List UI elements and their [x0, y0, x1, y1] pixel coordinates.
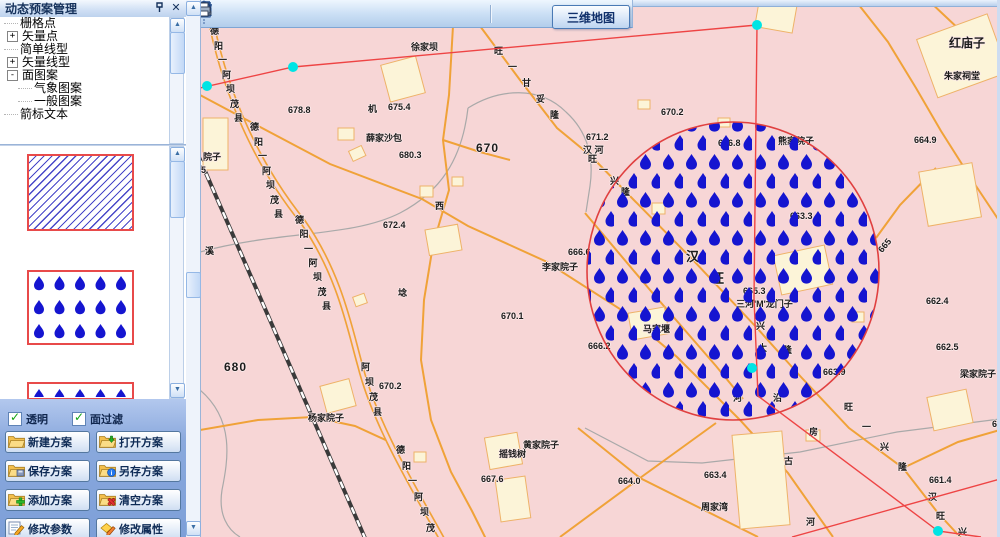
plan-button-label: 保存方案	[28, 463, 72, 479]
expand-icon[interactable]: +	[7, 57, 18, 68]
full-extent-icon[interactable]	[362, 3, 387, 25]
scrollbar-thumb[interactable]	[170, 161, 185, 218]
filter-checkbox-item: 面过滤	[72, 411, 123, 427]
saveas-plan-icon: i	[99, 463, 116, 480]
plan-button-grid: 新建方案 打开方案保存方案 i 另存方案添加方案 清空方案修改参数 修改属性	[5, 431, 181, 537]
filter-checkboxes: 透明 面过滤	[8, 411, 123, 427]
scroll-down-icon[interactable]: ▼	[186, 521, 201, 536]
pin-icon[interactable]	[152, 2, 166, 15]
expand-icon[interactable]: +	[7, 31, 18, 42]
panel-title-bar: 动态预案管理 ✕	[0, 0, 186, 18]
map-3d-button[interactable]: 三维地图	[552, 5, 630, 29]
open-plan-icon	[99, 434, 116, 451]
plan-button-label: 清空方案	[119, 492, 163, 508]
layer-tree: 栅格点+矢量点简单线型+矢量线型-面图案气象图案一般图案箭标文本	[0, 17, 186, 144]
save-plan-icon	[8, 463, 25, 480]
tree-item[interactable]: 箭标文本	[0, 108, 186, 121]
plan-button[interactable]: 清空方案	[96, 489, 181, 511]
measure-distance-icon[interactable]	[213, 3, 238, 25]
tree-connector	[4, 23, 18, 25]
filter-checkbox-item: 透明	[8, 411, 48, 427]
grid-icon[interactable]	[288, 3, 313, 25]
tree-item[interactable]: 气象图案	[0, 82, 186, 95]
pattern-preview-list	[0, 146, 186, 399]
tree-connector	[18, 101, 32, 103]
panel-outer-scrollbar[interactable]: ▲ ▼	[186, 0, 201, 537]
pause-icon[interactable]	[437, 3, 462, 25]
scrollbar-thumb[interactable]	[170, 32, 185, 74]
plan-button[interactable]: 打开方案	[96, 431, 181, 453]
plan-button-label: 修改属性	[119, 521, 163, 537]
plan-button-label: 新建方案	[28, 434, 72, 450]
checkbox-label: 透明	[26, 411, 48, 427]
plan-button[interactable]: i 另存方案	[96, 460, 181, 482]
hatch-pattern-swatch[interactable]	[27, 154, 134, 231]
new-plan-icon	[8, 434, 25, 451]
scroll-up-icon[interactable]: ▲	[170, 147, 185, 162]
orange-roads	[200, 0, 1000, 537]
preview-scrollbar[interactable]: ▲ ▼	[169, 146, 184, 399]
edit-params-icon	[8, 521, 25, 537]
tree-connector	[4, 114, 18, 116]
edit-props-icon	[99, 521, 116, 537]
scroll-down-icon[interactable]: ▼	[170, 383, 185, 398]
drops-pattern-swatch[interactable]	[27, 270, 134, 345]
info-icon[interactable]: i	[494, 3, 519, 25]
plan-button[interactable]: 保存方案	[5, 460, 90, 482]
plan-buttons-panel: 透明 面过滤 新建方案 打开方案保存方案 i 另存方案添加方案 清空方案修改参数 修改属性	[0, 399, 186, 537]
tree-scrollbar[interactable]: ▲	[169, 17, 184, 144]
zoom-previous-icon[interactable]	[412, 3, 437, 25]
checkbox-label: 面过滤	[90, 411, 123, 427]
plan-management-panel: 动态预案管理 ✕ 栅格点+矢量点简单线型+矢量线型-面图案气象图案一般图案箭标文…	[0, 0, 186, 537]
plan-button-label: 另存方案	[119, 463, 163, 479]
add-plan-icon	[8, 492, 25, 509]
plan-button-label: 修改参数	[28, 521, 72, 537]
swap-icon[interactable]	[462, 3, 487, 25]
scroll-up-icon[interactable]: ▲	[186, 1, 201, 16]
base-map-layer	[200, 0, 1000, 537]
scroll-up-icon[interactable]: ▲	[170, 18, 185, 33]
plan-button[interactable]: 修改属性	[96, 518, 181, 537]
measure-area-icon[interactable]	[238, 3, 263, 25]
plan-button-label: 打开方案	[119, 434, 163, 450]
plan-button[interactable]: 新建方案	[5, 431, 90, 453]
measure-polygon-icon[interactable]	[263, 3, 288, 25]
export-icon[interactable]	[519, 3, 544, 25]
collapse-icon[interactable]: -	[7, 70, 18, 81]
scrollbar-thumb[interactable]	[186, 272, 201, 298]
railway	[200, 148, 368, 537]
close-icon[interactable]: ✕	[169, 2, 183, 15]
plan-button[interactable]: 修改参数	[5, 518, 90, 537]
drops-pattern-swatch-partial[interactable]	[27, 382, 134, 399]
buildings	[203, 0, 1000, 529]
gis-application-window: { "panel": { "title": "动态预案管理", "pin_ico…	[0, 0, 1000, 537]
tree-connector	[18, 88, 32, 90]
toolbar-separator	[490, 5, 491, 23]
window-top-strip	[620, 0, 1000, 7]
svg-text:i: i	[111, 470, 113, 477]
zoom-in-icon[interactable]	[312, 3, 337, 25]
panel-title: 动态预案管理	[0, 0, 152, 17]
checkbox[interactable]	[72, 412, 86, 426]
checkbox[interactable]	[8, 412, 22, 426]
clear-plan-icon	[99, 492, 116, 509]
zoom-out-icon[interactable]	[337, 3, 362, 25]
main-road-double	[212, 26, 443, 537]
map-canvas[interactable]: 院子5678.8机675.4徐家坝薛家沙包680.3670671.2汉 河670…	[200, 0, 1000, 537]
tree-item[interactable]: -面图案	[0, 69, 186, 82]
plan-button[interactable]: 添加方案	[5, 489, 90, 511]
tree-item-label: 箭标文本	[20, 108, 68, 121]
tree-connector	[4, 49, 18, 51]
plan-button-label: 添加方案	[28, 492, 72, 508]
pan-icon[interactable]	[387, 3, 412, 25]
